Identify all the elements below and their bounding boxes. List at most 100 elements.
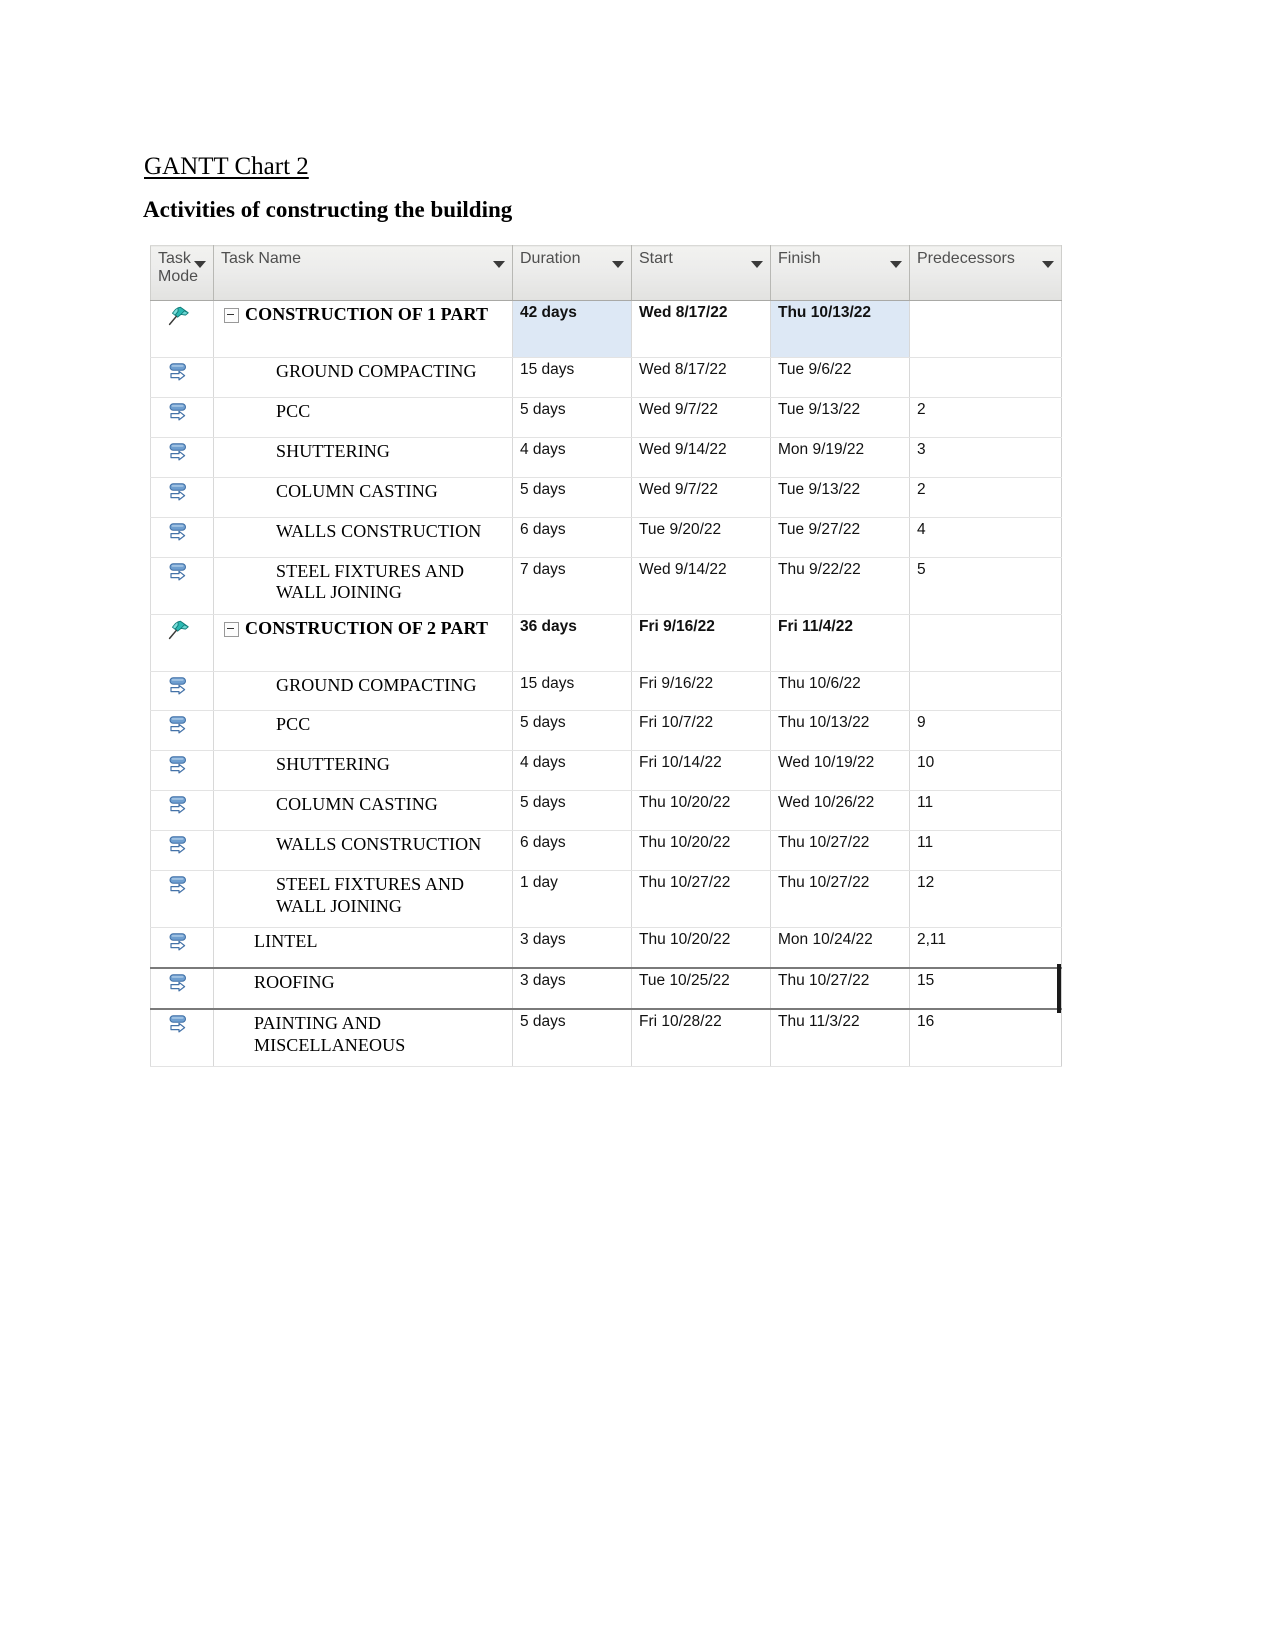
cell-finish[interactable]: Wed 10/19/22	[770, 750, 910, 792]
cell-predecessors[interactable]	[909, 357, 1062, 398]
cell-task-name[interactable]: STEEL FIXTURES AND WALL JOINING	[213, 870, 513, 929]
table-row[interactable]: PCC 5 days Wed 9/7/22 Tue 9/13/22 2	[150, 397, 1062, 438]
cell-task-mode[interactable]	[150, 750, 214, 792]
cell-task-name[interactable]: GROUND COMPACTING	[213, 357, 513, 398]
cell-predecessors[interactable]: 16	[909, 1008, 1062, 1067]
cell-finish[interactable]: Thu 10/27/22	[770, 966, 910, 1010]
cell-task-name[interactable]: PAINTING AND MISCELLANEOUS	[213, 1008, 513, 1067]
filter-arrow-icon[interactable]	[612, 261, 624, 268]
cell-finish[interactable]: Thu 10/13/22	[770, 710, 910, 752]
cell-predecessors[interactable]	[909, 614, 1062, 672]
cell-task-name[interactable]: PCC	[213, 710, 513, 752]
table-row[interactable]: SHUTTERING 4 days Wed 9/14/22 Mon 9/19/22 3	[150, 437, 1062, 478]
cell-task-name[interactable]: WALLS CONSTRUCTION	[213, 517, 513, 558]
column-header-predecessors[interactable]: Predecessors	[909, 245, 1062, 301]
collapse-minus-icon[interactable]	[224, 621, 239, 637]
table-row[interactable]: SHUTTERING 4 days Fri 10/14/22 Wed 10/19/22…	[150, 750, 1062, 792]
cell-predecessors[interactable]: 15	[909, 966, 1062, 1010]
cell-task-name[interactable]: COLUMN CASTING	[213, 790, 513, 832]
cell-finish[interactable]: Mon 9/19/22	[770, 437, 910, 478]
cell-predecessors[interactable]	[909, 671, 1062, 712]
cell-duration[interactable]: 4 days	[512, 437, 632, 478]
cell-finish[interactable]: Mon 10/24/22	[770, 927, 910, 969]
cell-duration[interactable]: 4 days	[512, 750, 632, 792]
column-header-finish[interactable]: Finish	[770, 245, 910, 301]
cell-task-name[interactable]: COLUMN CASTING	[213, 477, 513, 518]
table-row[interactable]: LINTEL 3 days Thu 10/20/22 Mon 10/24/22 2,11	[150, 927, 1062, 969]
cell-task-mode[interactable]	[150, 710, 214, 752]
filter-arrow-icon[interactable]	[1042, 261, 1054, 268]
cell-duration[interactable]: 15 days	[512, 357, 632, 398]
cell-duration[interactable]: 5 days	[512, 1008, 632, 1067]
cell-duration[interactable]: 3 days	[512, 966, 632, 1010]
cell-predecessors[interactable]: 9	[909, 710, 1062, 752]
cell-task-mode[interactable]	[150, 477, 214, 518]
cell-start[interactable]: Fri 10/28/22	[631, 1008, 771, 1067]
cell-start[interactable]: Wed 9/14/22	[631, 437, 771, 478]
table-row[interactable]: STEEL FIXTURES AND WALL JOINING 7 days Wed…	[150, 557, 1062, 615]
table-row[interactable]: PAINTING AND MISCELLANEOUS 5 days Fri 10/2…	[150, 1008, 1062, 1067]
cell-task-mode[interactable]	[150, 671, 214, 712]
cell-start[interactable]: Fri 10/14/22	[631, 750, 771, 792]
column-header-duration[interactable]: Duration	[512, 245, 632, 301]
cell-finish[interactable]: Tue 9/13/22	[770, 477, 910, 518]
cell-start[interactable]: Wed 9/7/22	[631, 397, 771, 438]
cell-task-mode[interactable]	[150, 300, 214, 358]
table-row[interactable]: WALLS CONSTRUCTION 6 days Tue 9/20/22 Tue 9…	[150, 517, 1062, 558]
column-header-task-name[interactable]: Task Name	[213, 245, 513, 301]
cell-start[interactable]: Wed 9/14/22	[631, 557, 771, 615]
cell-task-mode[interactable]	[150, 397, 214, 438]
filter-arrow-icon[interactable]	[194, 261, 206, 268]
cell-predecessors[interactable]: 10	[909, 750, 1062, 792]
cell-task-name[interactable]: CONSTRUCTION OF 2 PART	[213, 614, 513, 672]
cell-task-name[interactable]: SHUTTERING	[213, 437, 513, 478]
cell-start[interactable]: Tue 9/20/22	[631, 517, 771, 558]
table-row[interactable]: GROUND COMPACTING 15 days Wed 8/17/22 Tue 9…	[150, 357, 1062, 398]
cell-finish[interactable]: Thu 10/27/22	[770, 870, 910, 929]
cell-task-mode[interactable]	[150, 870, 214, 929]
cell-duration[interactable]: 42 days	[512, 300, 632, 358]
cell-duration[interactable]: 6 days	[512, 830, 632, 872]
table-row[interactable]: ROOFING 3 days Tue 10/25/22 Thu 10/27/22 15	[150, 966, 1062, 1010]
cell-finish[interactable]: Fri 11/4/22	[770, 614, 910, 672]
collapse-minus-icon[interactable]	[224, 308, 239, 323]
cell-predecessors[interactable]: 2,11	[909, 927, 1062, 969]
cell-predecessors[interactable]: 11	[909, 830, 1062, 872]
cell-duration[interactable]: 7 days	[512, 557, 632, 615]
filter-arrow-icon[interactable]	[751, 261, 763, 268]
filter-arrow-icon[interactable]	[890, 261, 902, 268]
cell-finish[interactable]: Wed 10/26/22	[770, 790, 910, 832]
cell-task-mode[interactable]	[150, 830, 214, 872]
cell-predecessors[interactable]: 4	[909, 517, 1062, 558]
cell-predecessors[interactable]: 11	[909, 790, 1062, 832]
table-row[interactable]: WALLS CONSTRUCTION 6 days Thu 10/20/22 Thu …	[150, 830, 1062, 872]
cell-task-mode[interactable]	[150, 1008, 214, 1067]
cell-duration[interactable]: 5 days	[512, 790, 632, 832]
cell-finish[interactable]: Tue 9/27/22	[770, 517, 910, 558]
cell-predecessors[interactable]: 12	[909, 870, 1062, 929]
cell-start[interactable]: Wed 8/17/22	[631, 300, 771, 358]
cell-start[interactable]: Fri 10/7/22	[631, 710, 771, 752]
column-header-start[interactable]: Start	[631, 245, 771, 301]
cell-task-mode[interactable]	[150, 437, 214, 478]
cell-task-name[interactable]: CONSTRUCTION OF 1 PART	[213, 300, 513, 358]
cell-finish[interactable]: Thu 10/13/22	[770, 300, 910, 358]
cell-finish[interactable]: Thu 10/27/22	[770, 830, 910, 872]
cell-duration[interactable]: 3 days	[512, 927, 632, 969]
cell-finish[interactable]: Tue 9/13/22	[770, 397, 910, 438]
cell-predecessors[interactable]: 3	[909, 437, 1062, 478]
table-row[interactable]: GROUND COMPACTING 15 days Fri 9/16/22 Thu 1…	[150, 671, 1062, 712]
cell-finish[interactable]: Tue 9/6/22	[770, 357, 910, 398]
cell-task-name[interactable]: WALLS CONSTRUCTION	[213, 830, 513, 872]
cell-start[interactable]: Wed 9/7/22	[631, 477, 771, 518]
cell-duration[interactable]: 1 day	[512, 870, 632, 929]
cell-task-mode[interactable]	[150, 966, 214, 1010]
cell-predecessors[interactable]: 2	[909, 477, 1062, 518]
table-row[interactable]: COLUMN CASTING 5 days Wed 9/7/22 Tue 9/13/2…	[150, 477, 1062, 518]
cell-start[interactable]: Thu 10/20/22	[631, 830, 771, 872]
cell-task-name[interactable]: STEEL FIXTURES AND WALL JOINING	[213, 557, 513, 615]
cell-task-mode[interactable]	[150, 927, 214, 969]
cell-start[interactable]: Thu 10/20/22	[631, 790, 771, 832]
cell-task-mode[interactable]	[150, 614, 214, 672]
cell-predecessors[interactable]: 2	[909, 397, 1062, 438]
